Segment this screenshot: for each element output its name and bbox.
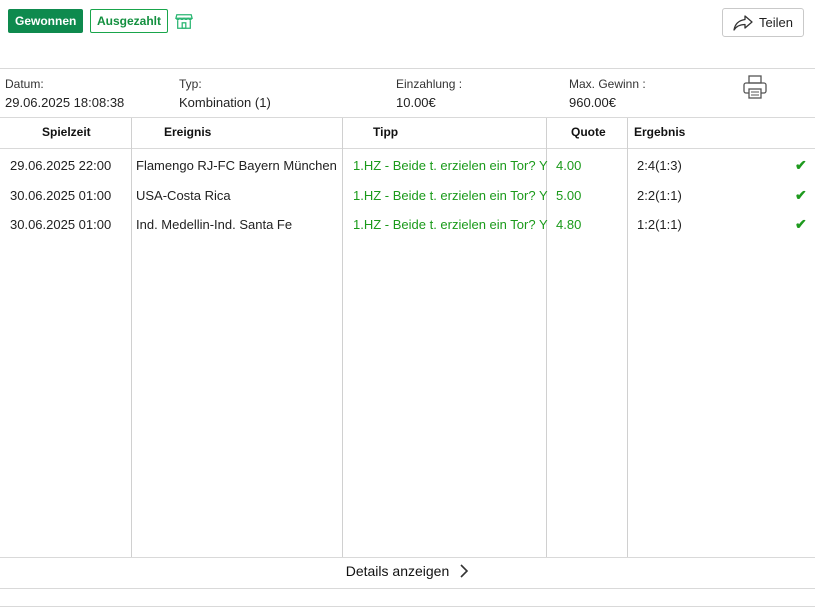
- row-odds: 5.00: [556, 188, 582, 203]
- column-header-event: Ereignis: [164, 125, 212, 139]
- table-row: 29.06.2025 22:00 Flamengo RJ-FC Bayern M…: [0, 157, 815, 178]
- divider: [0, 588, 815, 589]
- stake-value: 10.00€: [396, 95, 436, 110]
- row-time: 30.06.2025 01:00: [10, 188, 112, 203]
- details-link[interactable]: Details anzeigen: [0, 563, 815, 579]
- share-icon: [733, 14, 753, 31]
- row-time: 30.06.2025 01:00: [10, 217, 112, 232]
- status-badge-paid: Ausgezahlt: [90, 9, 169, 33]
- check-icon: ✔: [795, 216, 807, 232]
- share-label: Teilen: [759, 15, 793, 30]
- status-badge-won: Gewonnen: [8, 9, 84, 33]
- row-event: Ind. Medellin-Ind. Santa Fe: [136, 217, 293, 232]
- date-value: 29.06.2025 18:08:38: [5, 95, 125, 110]
- divider: [0, 606, 815, 607]
- max-win-label: Max. Gewinn :: [569, 77, 646, 91]
- row-event: USA-Costa Rica: [136, 188, 231, 203]
- column-separator: [342, 118, 343, 558]
- divider: [0, 557, 815, 558]
- print-icon[interactable]: [742, 74, 768, 100]
- type-label: Typ:: [179, 77, 202, 91]
- max-win-value: 960.00€: [569, 95, 616, 110]
- row-tip: 1.HZ - Beide t. erzielen ein Tor? Y: [353, 217, 548, 232]
- divider: [0, 148, 815, 149]
- column-header-tip: Tipp: [373, 125, 399, 139]
- row-event: Flamengo RJ-FC Bayern München: [136, 158, 337, 173]
- column-separator: [627, 118, 628, 558]
- row-tip: 1.HZ - Beide t. erzielen ein Tor? Y: [353, 188, 548, 203]
- check-icon: ✔: [795, 157, 807, 173]
- check-icon: ✔: [795, 187, 807, 203]
- stake-label: Einzahlung :: [396, 77, 463, 91]
- column-header-odds: Quote: [571, 125, 606, 139]
- chevron-right-icon: [460, 564, 469, 578]
- type-value: Kombination (1): [179, 95, 271, 110]
- column-header-time: Spielzeit: [42, 125, 91, 139]
- table-row: 30.06.2025 01:00 Ind. Medellin-Ind. Sant…: [0, 216, 815, 237]
- divider: [0, 117, 815, 118]
- column-separator: [546, 118, 547, 558]
- row-odds: 4.80: [556, 217, 582, 232]
- row-odds: 4.00: [556, 158, 582, 173]
- row-result: 2:4(1:3): [637, 158, 682, 173]
- details-label: Details anzeigen: [345, 563, 450, 579]
- row-tip: 1.HZ - Beide t. erzielen ein Tor? Y: [353, 158, 548, 173]
- row-result: 1:2(1:1): [637, 217, 682, 232]
- row-time: 29.06.2025 22:00: [10, 158, 112, 173]
- divider: [0, 68, 815, 69]
- date-label: Datum:: [5, 77, 44, 91]
- row-result: 2:2(1:1): [637, 188, 682, 203]
- table-row: 30.06.2025 01:00 USA-Costa Rica 1.HZ - B…: [0, 187, 815, 208]
- share-button[interactable]: Teilen: [722, 8, 804, 37]
- column-header-result: Ergebnis: [634, 125, 686, 139]
- shop-icon[interactable]: [175, 12, 193, 30]
- column-separator: [131, 118, 132, 558]
